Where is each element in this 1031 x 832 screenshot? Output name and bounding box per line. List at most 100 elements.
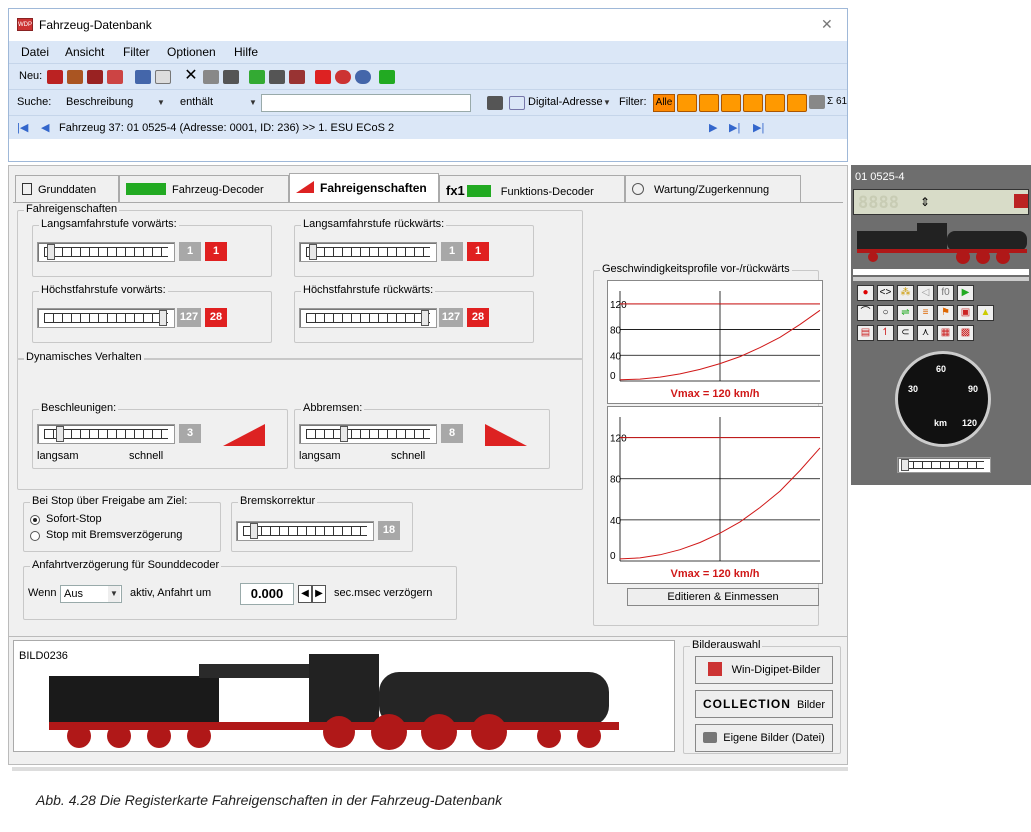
hoechst-rueck-label: Höchstfahrstufe rückwärts: [301,284,436,296]
langsam-vor-value: 1 [179,242,201,261]
delay-input[interactable]: 0.000 [240,583,294,605]
increment-icon[interactable]: ▶ [312,585,326,603]
close-icon[interactable]: ✕ [821,16,833,33]
delete-icon[interactable]: ✕ [183,68,199,84]
new-locomotive-icon[interactable] [47,70,63,84]
own-images-button[interactable]: Eigene Bilder (Datei) [695,724,833,752]
speed-slider[interactable] [897,457,991,473]
group-label: Dynamisches Verhalten [24,351,144,363]
wrench-icon[interactable] [809,95,825,109]
menu-hilfe[interactable]: Hilfe [234,45,258,59]
menu-optionen[interactable]: Optionen [167,45,216,59]
grid-icon[interactable]: ⁂ [897,285,914,301]
function-5-icon[interactable]: ⚑ [937,305,954,321]
stop-icon[interactable]: ● [857,285,874,301]
abbremsen-slider[interactable] [299,424,437,444]
beschleunigen-label: Beschleunigen: [39,402,119,414]
langsam-vor-label: Langsamfahrstufe vorwärts: [39,218,179,230]
menu-datei[interactable]: Datei [21,45,49,59]
next-record-icon[interactable]: ▶ [709,121,717,134]
tab-fahreigenschaften[interactable]: Fahreigenschaften [289,173,439,203]
figure-caption: Abb. 4.28 Die Registerkarte Fahreigensch… [36,792,503,808]
tag-icon[interactable] [335,70,351,84]
binoculars-icon[interactable] [487,96,503,110]
function-4-icon[interactable]: ≡ [917,305,934,321]
function-11-icon[interactable]: ⋏ [917,325,934,341]
filter-railcar-icon[interactable] [699,94,719,112]
chevron-down-icon[interactable]: ▼ [155,95,167,111]
win-digipet-images-button[interactable]: Win-Digipet-Bilder [695,656,833,684]
collection-images-button[interactable]: COLLECTION Bilder [695,690,833,718]
prev-record-icon[interactable]: ◀ [41,121,49,134]
menu-ansicht[interactable]: Ansicht [65,45,104,59]
radio-bremsverzoegerung[interactable] [30,531,40,541]
search-input[interactable] [261,94,471,112]
direction-toggle-icon[interactable]: <> [877,285,894,301]
last-record-icon[interactable]: ▶| [729,121,740,134]
save-icon[interactable] [135,70,151,84]
function-6-icon[interactable]: ▣ [957,305,974,321]
exit-icon[interactable] [379,70,395,84]
group-label: Geschwindigkeitsprofile vor-/rückwärts [600,263,792,275]
sound-icon[interactable]: ◁ [917,285,934,301]
sort-icon[interactable] [509,96,525,110]
function-9-icon[interactable]: ↿ [877,325,894,341]
beschleunigen-slider[interactable] [37,424,175,444]
function-icon[interactable] [289,70,305,84]
radio-sofort-stop[interactable] [30,515,40,525]
chevron-down-icon[interactable]: ▼ [247,95,259,111]
beschleunigen-min: langsam [37,450,79,462]
magnet-icon[interactable] [315,70,331,84]
progress-bar [853,269,1029,275]
settings-icon[interactable] [355,70,371,84]
filter-locomotive-icon[interactable] [677,94,697,112]
filter-all-button[interactable]: Alle [653,94,675,112]
fleet-icon[interactable] [269,70,285,84]
filter-other-icon[interactable] [787,94,807,112]
document-icon[interactable] [155,70,171,84]
tab-funktions-decoder[interactable]: fx1 Funktions-Decoder [439,175,625,203]
new-railcar-icon[interactable] [67,70,83,84]
loco-icon [1014,194,1028,208]
new-record-icon[interactable]: ▶| [753,121,764,134]
panel-shadow [12,767,848,771]
chevron-down-icon[interactable]: ▼ [601,95,613,111]
tab-wartung[interactable]: Wartung/Zugerkennung [625,175,801,203]
menu-filter[interactable]: Filter [123,45,150,59]
function-12-icon[interactable]: ▦ [937,325,954,341]
function-8-icon[interactable]: ▤ [857,325,874,341]
function-3-icon[interactable]: ⇌ [897,305,914,321]
speed-ramp-icon [296,181,314,193]
search-label: Suche: [17,96,52,108]
first-record-icon[interactable]: |◀ [17,121,28,134]
filter-list-icon[interactable] [765,94,785,112]
play-icon[interactable]: ▶ [957,285,974,301]
tab-fahrzeug-decoder[interactable]: Fahrzeug-Decoder [119,175,289,203]
decrement-icon[interactable]: ◀ [298,585,312,603]
bremskorrektur-slider[interactable] [236,521,374,541]
chevron-down-icon[interactable]: ▼ [108,586,120,602]
hoechst-rueck-slider[interactable] [299,308,437,328]
edit-calibrate-button[interactable]: Editieren & Einmessen [627,588,819,606]
f0-button[interactable]: f0 [937,285,954,301]
new-wagon-icon[interactable] [87,70,103,84]
filter-wagon-icon[interactable] [721,94,741,112]
hoechst-vor-slider[interactable] [37,308,175,328]
function-1-icon[interactable]: ⌒ [857,305,874,321]
decoder-icon[interactable] [249,70,265,84]
tab-grunddaten[interactable]: Grunddaten [15,175,119,203]
function-13-icon[interactable]: ▩ [957,325,974,341]
langsam-vor-slider[interactable] [37,242,175,262]
langsam-rueck-slider[interactable] [299,242,437,262]
function-2-icon[interactable]: ○ [877,305,894,321]
filter-freight-icon[interactable] [743,94,763,112]
sort-field-select[interactable]: Digital-Adresse [525,94,605,112]
new-freight-icon[interactable] [107,70,123,84]
table-icon[interactable] [223,70,239,84]
function-7-icon[interactable]: ▲ [977,305,994,321]
print-icon[interactable] [203,70,219,84]
speed-tick-90: 90 [968,384,979,394]
group-label: Anfahrtverzögerung für Sounddecoder [30,559,222,571]
function-10-icon[interactable]: ⊂ [897,325,914,341]
speed-tick-60: 60 [936,364,947,374]
